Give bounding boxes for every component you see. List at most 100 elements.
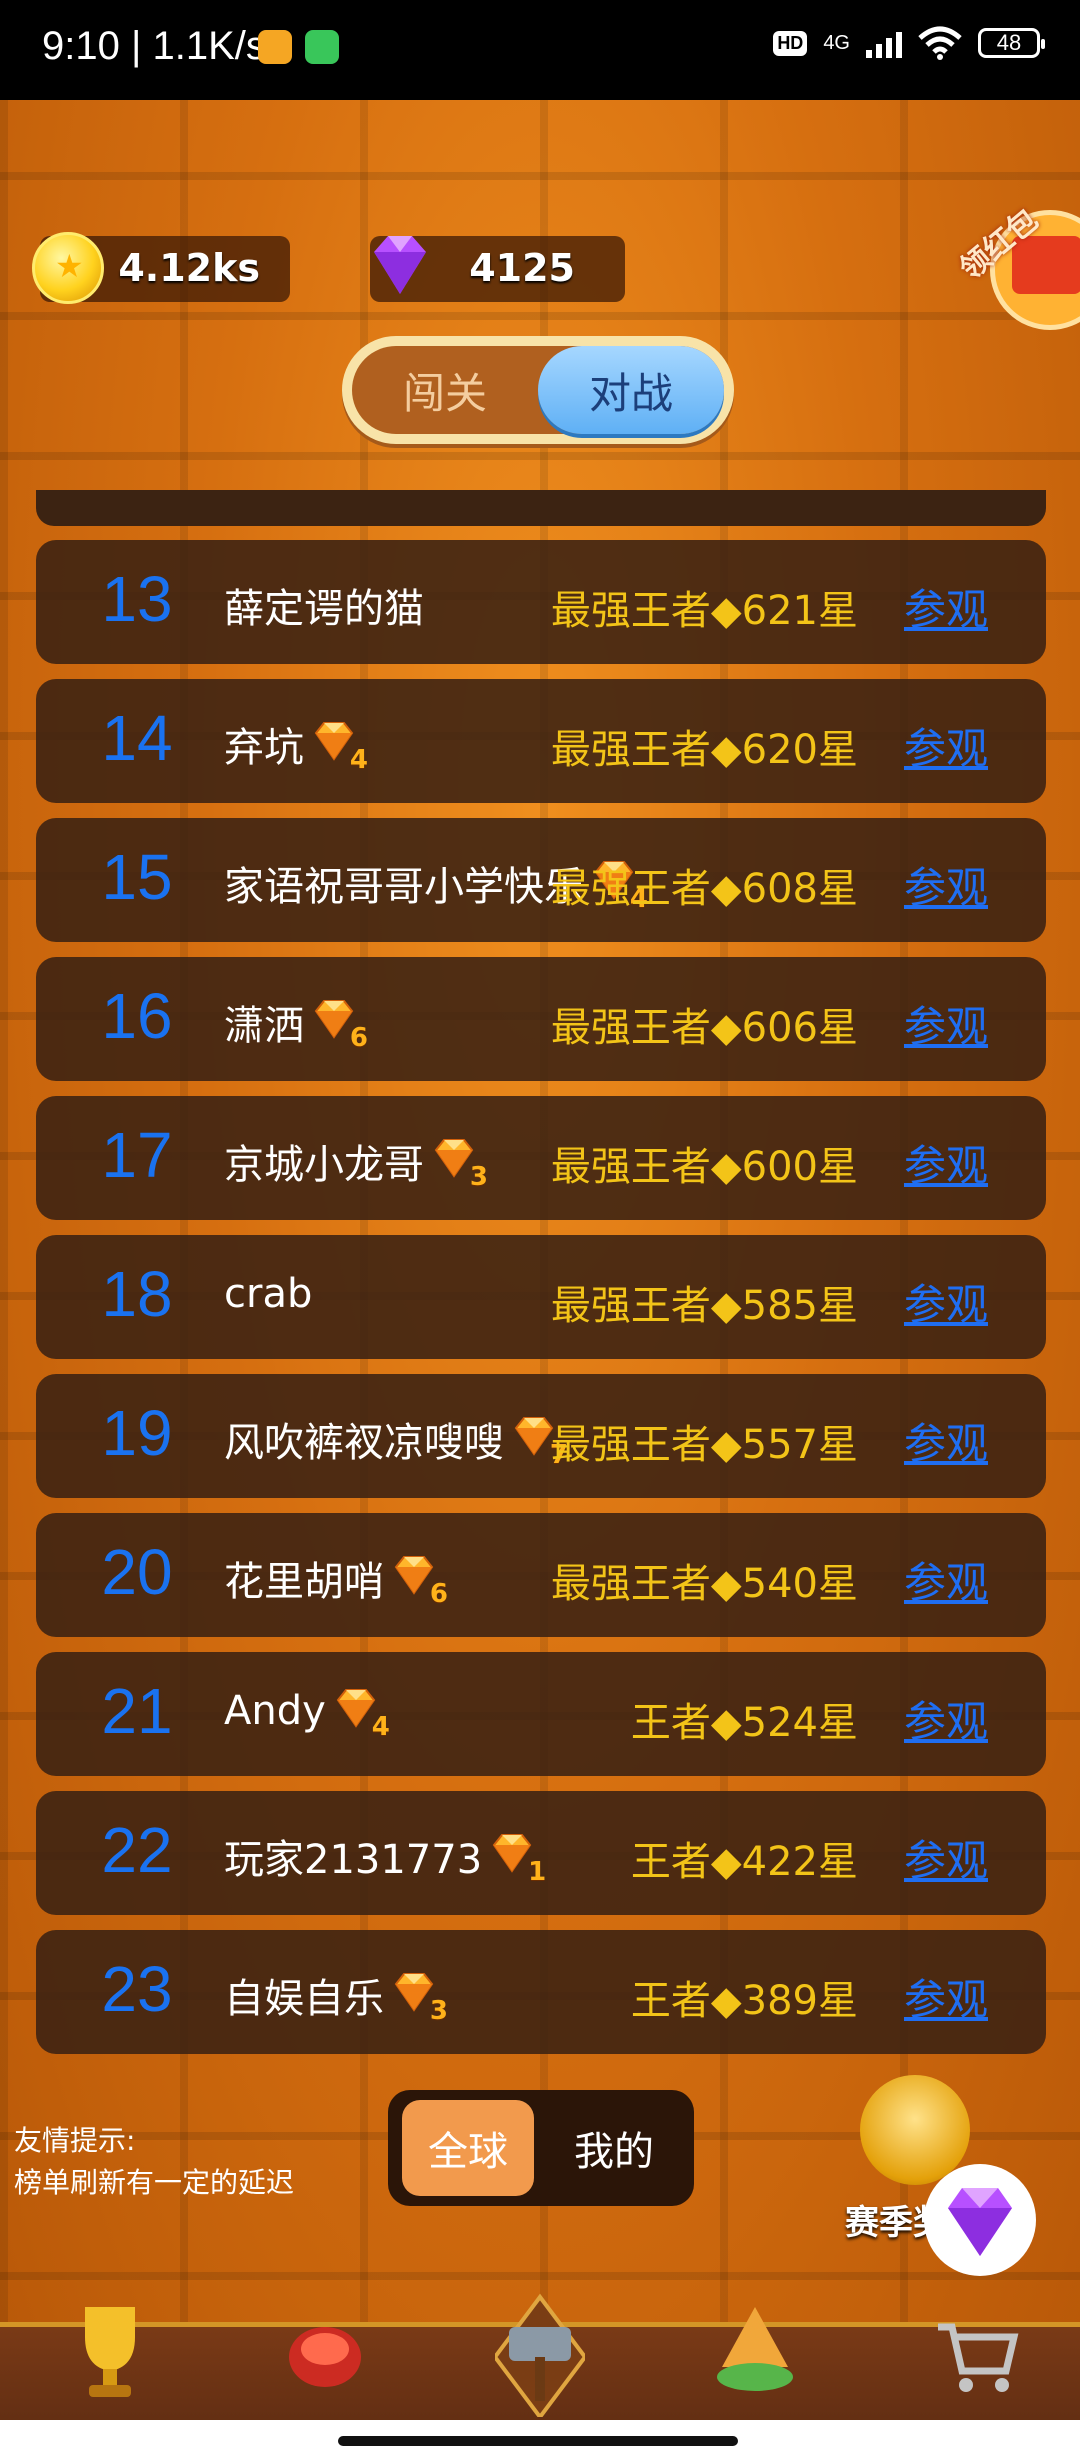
ranking-row: 23 自娱自乐 3 王者◆389星 参观 [36, 1930, 1046, 2054]
nav-item-training[interactable]: 历练 [665, 2307, 845, 2420]
nav-item-shop[interactable]: 商店 [885, 2323, 1065, 2420]
watch-button[interactable]: 参观 [904, 1549, 988, 1610]
mode-switch-track: 闯关 对战 [352, 346, 724, 434]
watch-button[interactable]: 参观 [904, 715, 988, 776]
rank-number: 22 [101, 1814, 173, 1886]
status-bar: 9:10 | 1.1K/s HD 4G 48 [0, 0, 1080, 100]
tab-global[interactable]: 全球 [402, 2100, 534, 2196]
gem-icon [374, 236, 426, 294]
coin-balance[interactable]: 4.12ks [32, 232, 290, 304]
player-name-text: 风吹裤衩凉嗖嗖 [224, 1420, 504, 1466]
player-name: 花里胡哨 6 [224, 1549, 448, 1609]
scope-switch: 全球 我的 [388, 2090, 694, 2206]
player-name: 潇洒 6 [224, 993, 368, 1053]
player-name: crab [224, 1271, 312, 1317]
player-name: 风吹裤衩凉嗖嗖 7 [224, 1410, 568, 1470]
rank-number: 23 [101, 1953, 173, 2025]
ranking-row: 16 潇洒 6 最强王者◆606星 参观 [36, 957, 1046, 1081]
watch-button[interactable]: 参观 [904, 1966, 988, 2027]
rank-rating: 最强王者◆621星 [550, 588, 858, 634]
tab-battle-mode[interactable]: 对战 [538, 346, 724, 434]
watch-button[interactable]: 参观 [904, 1827, 988, 1888]
training-icon [717, 2307, 793, 2391]
shop-cart-icon [938, 2323, 1019, 2392]
player-name: 玩家2131773 1 [224, 1827, 546, 1887]
watch-button[interactable]: 参观 [904, 576, 988, 637]
watch-button[interactable]: 参观 [904, 854, 988, 915]
watch-button[interactable]: 参观 [904, 1132, 988, 1193]
ranking-row: 19 风吹裤衩凉嗖嗖 7 最强王者◆557星 参观 [36, 1374, 1046, 1498]
player-name-text: 弃坑 [224, 725, 304, 771]
mode-switch: 闯关 对战 [342, 336, 734, 444]
rank-rating: 最强王者◆606星 [550, 1005, 858, 1051]
notification-app-icon [258, 30, 292, 64]
player-name-text: 潇洒 [224, 1003, 304, 1049]
player-name-text: 薛定谔的猫 [224, 586, 424, 632]
home-indicator[interactable] [338, 2436, 738, 2446]
player-name: 薛定谔的猫 [224, 576, 424, 634]
tab-mine[interactable]: 我的 [548, 2100, 680, 2196]
rank-rating: 最强王者◆620星 [550, 727, 858, 773]
vip-badge-icon: 3 [392, 1972, 448, 2026]
vip-badge-icon: 4 [334, 1688, 390, 1742]
ranking-row: 15 家语祝哥哥小学快乐 4 最强王者◆608星 参观 [36, 818, 1046, 942]
watch-button[interactable]: 参观 [904, 1410, 988, 1471]
red-packet-button[interactable]: 领红包 [954, 180, 1080, 330]
bottom-nav: 排行 强化 战场 历练 [0, 2293, 1080, 2420]
nav-item-ranking[interactable]: 排行 [20, 2307, 200, 2420]
ranking-row: 21 Andy 4 王者◆524星 参观 [36, 1652, 1046, 1776]
game-screen: 4.12ks 4125 领红包 闯关 对战 13薛定谔的猫最强王者◆621星参观… [0, 100, 1080, 2420]
nav-item-upgrade[interactable]: 强化 [235, 2327, 415, 2420]
coin-icon [32, 232, 104, 304]
vip-level: 4 [371, 1712, 390, 1742]
rank-rating: 王者◆524星 [630, 1700, 858, 1746]
player-name-text: crab [224, 1271, 313, 1317]
watch-button[interactable]: 参观 [904, 1271, 988, 1332]
rank-rating: 最强王者◆585星 [550, 1283, 858, 1329]
gem-balance[interactable]: 4125 [370, 236, 625, 302]
rank-number: 14 [101, 702, 173, 774]
wifi-icon [918, 26, 962, 60]
ranking-row: 17 京城小龙哥 3 最强王者◆600星 参观 [36, 1096, 1046, 1220]
player-name-text: 家语祝哥哥小学快乐 [224, 864, 584, 910]
rank-number: 17 [101, 1119, 173, 1191]
tips-text: 榜单刷新有一定的延迟 [14, 2166, 295, 2199]
vip-level: 6 [349, 1023, 368, 1053]
vip-badge-icon: 6 [392, 1555, 448, 1609]
player-name: Andy 4 [224, 1688, 390, 1742]
player-name-text: 自娱自乐 [224, 1976, 384, 2022]
status-indicators: HD 4G 48 [773, 26, 1045, 60]
rank-rating: 最强王者◆557星 [550, 1422, 858, 1468]
player-name-text: 玩家2131773 [224, 1837, 483, 1883]
player-name: 京城小龙哥 3 [224, 1132, 488, 1192]
nav-item-battlefield[interactable]: 战场 [450, 2293, 630, 2420]
rank-number: 19 [101, 1397, 173, 1469]
rank-number: 16 [101, 980, 173, 1052]
rank-rating: 王者◆389星 [630, 1978, 858, 2024]
rank-number: 15 [101, 841, 173, 913]
tab-stage-mode[interactable]: 闯关 [352, 346, 538, 434]
watch-button[interactable]: 参观 [904, 1688, 988, 1749]
vip-badge-icon: 3 [432, 1138, 488, 1192]
signal-icon [866, 28, 902, 58]
upgrade-icon [289, 2327, 361, 2387]
network-type: 4G [823, 32, 850, 54]
ranking-list[interactable]: 13 薛定谔的猫 最强王者◆621星 参观 14 弃坑 4 最强王者◆620星 参观 15 家语祝哥… [36, 540, 1046, 2069]
ranking-row: 20 花里胡哨 6 最强王者◆540星 参观 [36, 1513, 1046, 1637]
ranking-row: 18 crab 最强王者◆585星 参观 [36, 1235, 1046, 1359]
player-name-text: 花里胡哨 [224, 1559, 384, 1605]
tips-title: 友情提示: [14, 2124, 136, 2157]
rank-rating: 最强王者◆608星 [550, 866, 858, 912]
watch-button[interactable]: 参观 [904, 993, 988, 1054]
vip-badge-icon: 1 [490, 1833, 546, 1887]
rank-rating: 最强王者◆600星 [550, 1144, 858, 1190]
gem-amount: 4125 [469, 246, 575, 290]
player-name: 弃坑 4 [224, 715, 368, 775]
ranking-row: 14 弃坑 4 最强王者◆620星 参观 [36, 679, 1046, 803]
player-name-text: Andy [224, 1688, 326, 1734]
floating-gem-icon[interactable] [920, 2160, 1040, 2280]
vip-level: 3 [429, 1996, 448, 2026]
tips: 友情提示: 榜单刷新有一定的延迟 [14, 2120, 294, 2204]
trophy-icon [85, 2307, 135, 2397]
vip-level: 1 [528, 1857, 547, 1887]
